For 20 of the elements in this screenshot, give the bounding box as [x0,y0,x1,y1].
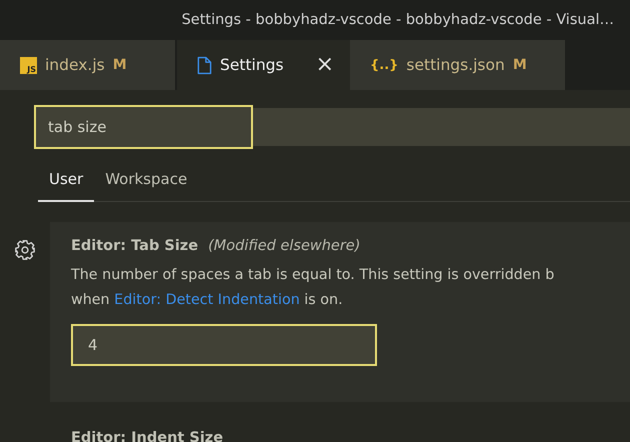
setting-title: Editor: Tab Size [71,238,198,254]
search-field[interactable]: tab size [34,105,253,149]
modified-status-label: M [112,57,127,73]
window-title: Settings - bobbyhadz-vscode - bobbyhadz-vscode - Visual… [182,12,614,28]
javascript-file-icon: JS [20,56,37,74]
document-icon [197,56,212,74]
settings-icon[interactable] [14,239,36,261]
modified-status-label: M [512,57,527,73]
setting-description: The number of spaces a tab is equal to. This setting is overridden b when Editor: Detect Indentation is on. [71,266,556,310]
setting-link[interactable]: Editor: Detect Indentation [114,292,300,308]
setting-title: Editor: Indent Size [71,430,224,442]
setting-note: (Modified elsewhere) [208,238,360,254]
braces-file-icon: {..} [370,58,398,72]
scope-tab[interactable]: User [38,162,94,202]
scope-tab[interactable]: Workspace [94,162,198,202]
editor-tab[interactable]: Settings × [177,40,350,90]
value-field[interactable]: 4 [71,324,377,366]
editor-tab[interactable]: {..} settings.json M [350,40,565,90]
close-icon[interactable]: × [316,54,334,76]
editor-tab[interactable]: JS index.js M [0,40,175,90]
